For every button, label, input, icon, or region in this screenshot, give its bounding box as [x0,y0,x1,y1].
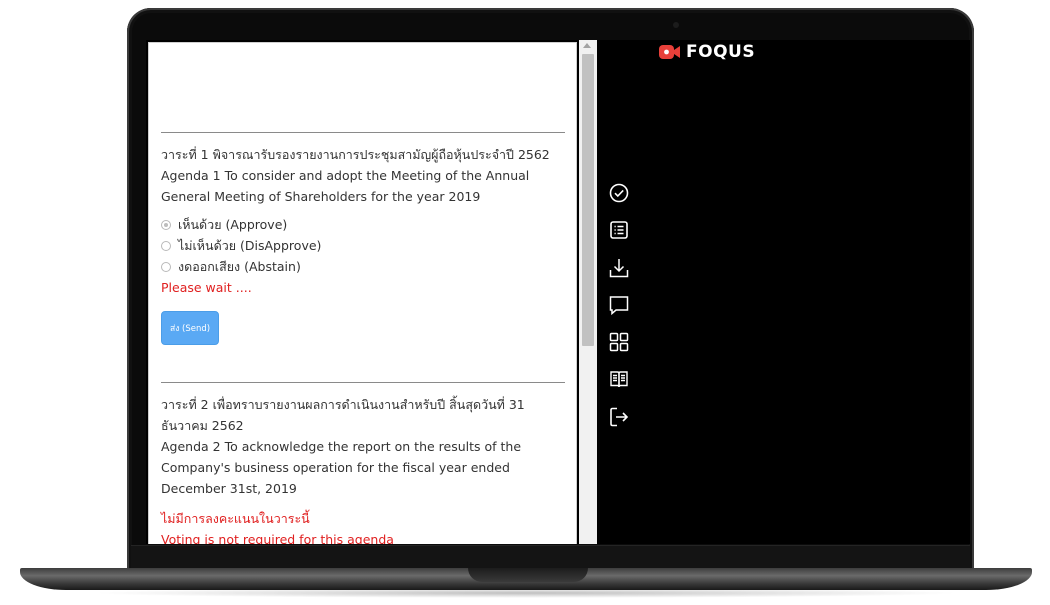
vote-options: เห็นด้วย (Approve) ไม่เห็นด้วย (DisAppro… [161,214,565,277]
check-circle-icon[interactable] [608,182,630,204]
chat-icon[interactable] [608,294,630,316]
option-abstain[interactable]: งดออกเสียง (Abstain) [161,256,565,277]
logo-text: FOQUS [686,42,756,62]
laptop-notch [468,568,588,582]
camera-logo-icon [659,45,680,59]
divider [161,382,565,383]
laptop-chin [131,545,970,568]
scroll-up-arrow[interactable] [583,43,591,48]
radio-abstain[interactable] [161,261,171,272]
agenda-title-th: วาระที่ 2 เพื่อทราบรายงานผลการดำเนินงานส… [161,397,525,433]
webcam [673,22,679,28]
option-label: งดออกเสียง (Abstain) [178,259,301,274]
voting-panel[interactable]: วาระที่ 1 พิจารณารับรองรายงานการประชุมสา… [148,42,577,544]
no-vote-notice-th: ไม่มีการลงคะแนนในวาระนี้ [161,511,310,526]
agenda-title-en: Agenda 1 To consider and adopt the Meeti… [161,168,530,204]
scroll-thumb[interactable] [582,54,594,346]
book-icon[interactable] [608,368,630,390]
agenda-title-th: วาระที่ 1 พิจารณารับรองรายงานการประชุมสา… [161,147,550,162]
logout-icon[interactable] [608,406,630,428]
radio-approve[interactable] [161,219,171,230]
grid-icon[interactable] [608,331,630,353]
no-vote-notice-en: Voting is not required for this agenda [161,532,394,544]
agenda-1: วาระที่ 1 พิจารณารับรองรายงานการประชุมสา… [161,132,565,345]
option-approve[interactable]: เห็นด้วย (Approve) [161,214,565,235]
scrollbar[interactable] [579,40,597,544]
app-logo: FOQUS [659,42,755,62]
option-label: เห็นด้วย (Approve) [178,217,288,232]
list-icon[interactable] [608,219,630,241]
agenda-title-en: Agenda 2 To acknowledge the report on th… [161,439,522,496]
option-label: ไม่เห็นด้วย (DisApprove) [178,238,322,253]
divider [161,132,565,133]
agenda-2: วาระที่ 2 เพื่อทราบรายงานผลการดำเนินงานส… [161,382,565,544]
status-message: Please wait .... [161,280,252,295]
side-nav [608,182,634,443]
radio-disapprove[interactable] [161,240,171,251]
laptop-screen: วาระที่ 1 พิจารณารับรองรายงานการประชุมสา… [146,40,970,544]
download-icon[interactable] [608,257,630,279]
send-button[interactable]: ส่ง (Send) [161,311,220,345]
option-disapprove[interactable]: ไม่เห็นด้วย (DisApprove) [161,235,565,256]
